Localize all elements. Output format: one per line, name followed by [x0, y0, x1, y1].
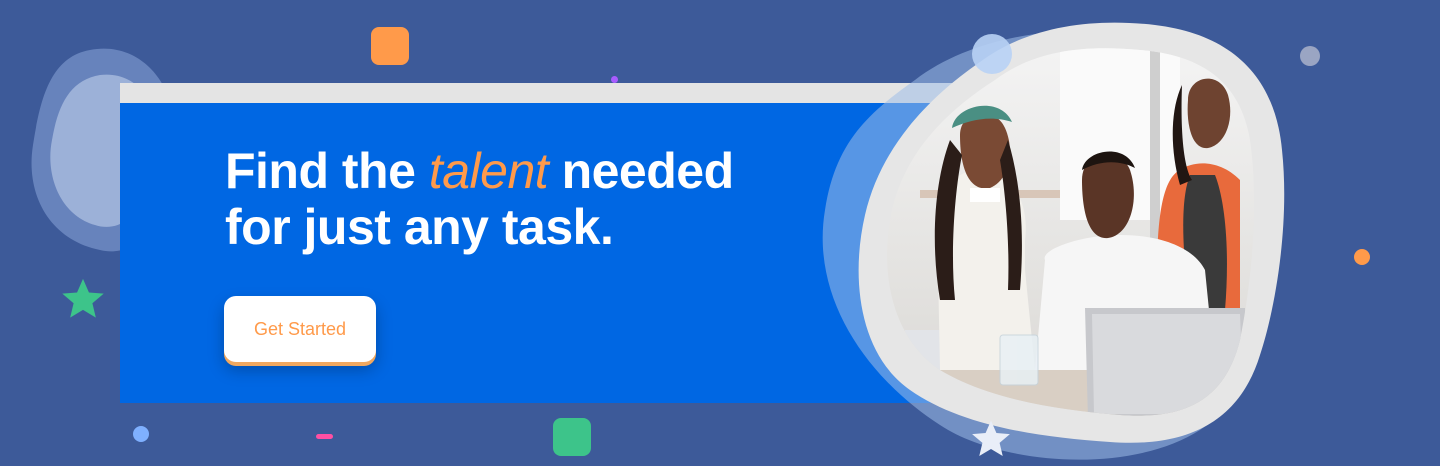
headline-text-start: Find the — [225, 143, 416, 199]
get-started-button[interactable]: Get Started — [224, 296, 376, 362]
headline: Find the talent needed for just any task… — [225, 143, 845, 255]
decorative-dot-purple — [611, 76, 618, 83]
hero-photo — [822, 22, 1285, 460]
headline-highlight: talent — [428, 143, 549, 199]
decorative-dot-blue — [133, 426, 149, 442]
decorative-dash-pink — [316, 434, 333, 439]
decorative-dot-orange — [1354, 249, 1370, 265]
decorative-square-green — [553, 418, 591, 456]
headline-line-two: for just any task. — [225, 199, 614, 255]
star-icon-green — [62, 278, 104, 318]
star-icon-white — [972, 420, 1010, 456]
decorative-dot-gray — [1300, 46, 1320, 66]
decorative-dot-lightblue — [972, 34, 1012, 74]
decorative-square-orange — [371, 27, 409, 65]
headline-text-end: needed — [561, 143, 735, 199]
